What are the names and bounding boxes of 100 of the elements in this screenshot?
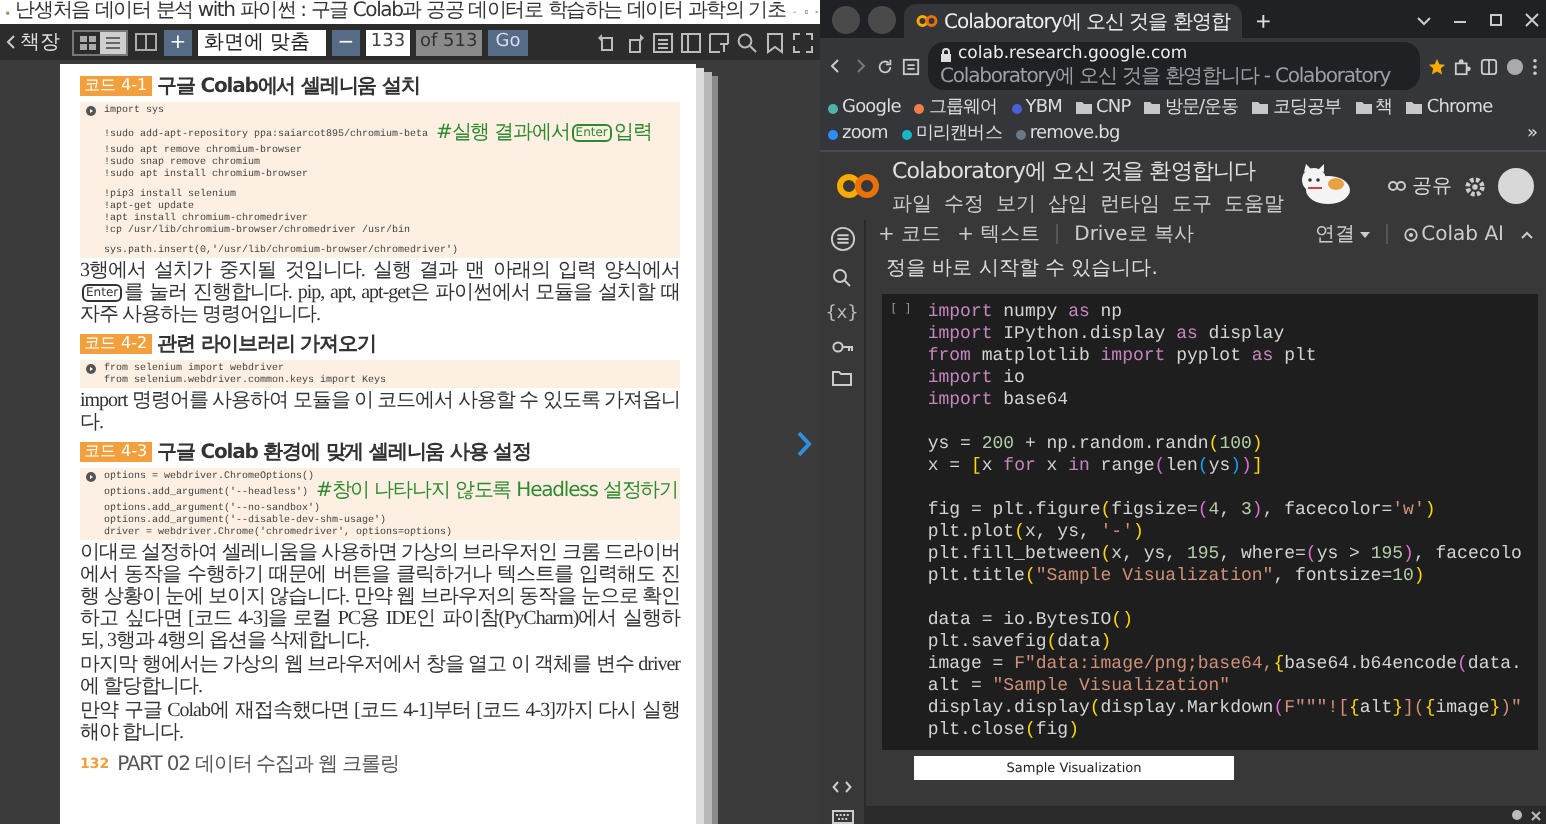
code-line: from matplotlib import pyplot as plt xyxy=(927,346,1319,368)
bookmark-item[interactable]: Google xyxy=(828,96,901,120)
code-line: plt.close(fig) xyxy=(927,720,1081,742)
code-line: plt.title("Sample Visualization", fontsize=10) xyxy=(927,566,1427,588)
folder-icon xyxy=(1144,102,1161,114)
menu-item[interactable]: 삽입 xyxy=(1048,189,1088,217)
code-comment: #창이 나타나지 않도록 Headless 설정하기 xyxy=(316,482,679,503)
code-title: 구글 Colab에서 셀레니움 설치 xyxy=(157,74,420,100)
paragraph: 이대로 설정하여 셀레니움을 사용하면 가상의 브라우저인 크롬 드라이버에서 동작을 수행하기 때문에 버튼을 클릭하거나 텍스트를 입력해도 진행 상황이 눈에 보이지 않습니다. 만약 웹 브라우저의 동작을 눈으로 확인하고 싶다면 [코드 4-3]을 로컬 PC용 IDE인 파이참(PyCharm)에서 실행하되, 3행과 4행의 옵션을 삭제합니다. xyxy=(80,542,680,653)
profile-icon[interactable] xyxy=(1506,57,1524,75)
code-label: 코드 4-2 xyxy=(80,334,152,355)
paragraph: 마지막 행에서는 가상의 웹 브라우저에서 창을 열고 이 객체를 변수 driver에 할당합니다. xyxy=(80,654,680,699)
more-bookmarks-button[interactable]: » xyxy=(1526,124,1538,144)
browser-tab[interactable]: Colaboratory에 오신 것을 환영합 xyxy=(904,4,1242,38)
code-line: display.display(display.Markdown(F"""![{alt}]({image})" xyxy=(927,698,1522,720)
more-menu-icon[interactable] xyxy=(1532,57,1538,75)
keyboard-icon[interactable] xyxy=(831,810,853,824)
bookmark-item[interactable]: 미리캔버스 xyxy=(901,122,1002,146)
code-line: image = F"data:image/png;base64,{base64.b64encode(data. xyxy=(927,654,1522,676)
caret-icon xyxy=(1359,231,1370,237)
bookmark-item[interactable]: 그룹웨어 xyxy=(914,96,998,120)
forward-icon[interactable] xyxy=(852,58,868,74)
page-info-icon[interactable] xyxy=(902,57,920,75)
view-mode-tab[interactable] xyxy=(100,31,126,53)
view-mode-tab[interactable] xyxy=(74,31,100,53)
menu-item[interactable]: 보기 xyxy=(996,189,1036,217)
fullscreen-icon[interactable] xyxy=(792,31,814,53)
text-cell-text: 정을 바로 시작할 수 있습니다. xyxy=(884,256,1160,284)
copy-to-drive-button[interactable]: Drive로 복사 xyxy=(1074,220,1194,248)
menu-item[interactable]: 도구 xyxy=(1172,189,1212,217)
bookmark-item[interactable]: Chrome xyxy=(1406,96,1493,120)
settings-icon[interactable] xyxy=(1464,175,1486,197)
side-panel-icon[interactable] xyxy=(1480,57,1498,75)
add-code-button[interactable]: + 코드 xyxy=(878,220,942,248)
code-icon[interactable] xyxy=(832,780,852,794)
bookmark-icon[interactable] xyxy=(764,31,786,53)
chapter-footer: PART 02 데이터 수집과 웹 크롤링 xyxy=(117,750,399,779)
bookmark-item[interactable]: 책 xyxy=(1355,96,1393,120)
menu-item[interactable]: 파일 xyxy=(892,189,932,217)
zoom-in-button[interactable]: + xyxy=(164,29,192,55)
go-button[interactable]: Go xyxy=(487,29,529,55)
bookmark-item[interactable]: YBM xyxy=(1011,96,1062,120)
menu-item[interactable]: 도움말 xyxy=(1224,189,1284,217)
status-dot-icon xyxy=(1512,810,1522,820)
bookmark-item[interactable]: zoom xyxy=(828,122,888,146)
run-bullet-icon xyxy=(86,363,96,374)
lock-icon xyxy=(940,48,952,62)
next-page-icon[interactable] xyxy=(796,430,812,458)
table-of-contents-icon[interactable] xyxy=(829,226,855,252)
code-line: import numpy as np xyxy=(927,302,1125,324)
folder-icon[interactable] xyxy=(832,370,852,386)
paragraph: 만약 구글 Colab에 재접속했다면 [코드 4-1]부터 [코드 4-3]까지 다시 실행해야 합니다. xyxy=(80,700,680,745)
colab-logo-icon xyxy=(916,14,938,28)
folder-icon xyxy=(1406,102,1423,114)
paragraph: import 명령어를 사용하여 모듈을 이 코드에서 사용할 수 있도록 가져옵니다. xyxy=(80,390,680,435)
connect-button[interactable]: 연결 xyxy=(1315,220,1370,248)
bookmark-item[interactable]: CNP xyxy=(1076,96,1131,120)
code-title: 관련 라이브러리 가져오기 xyxy=(157,332,376,359)
link-icon xyxy=(1388,180,1406,192)
rotate-right-icon[interactable] xyxy=(624,31,646,53)
bookmark-item[interactable]: 방문/운동 xyxy=(1144,96,1239,120)
zoom-out-button[interactable]: − xyxy=(332,29,360,55)
reload-icon[interactable] xyxy=(876,57,894,75)
share-button[interactable]: 공유 xyxy=(1388,172,1452,200)
bookmark-item[interactable]: remove.bg xyxy=(1015,122,1120,146)
variables-button[interactable]: {x} xyxy=(825,304,859,324)
bookmark-item[interactable]: 코딩공부 xyxy=(1252,96,1342,120)
bookshelf-button[interactable]: 책장 xyxy=(6,28,66,56)
notebook-title[interactable]: Colaboratory에 오신 것을 환영합니다 xyxy=(892,155,1284,185)
search-icon[interactable] xyxy=(832,268,852,288)
new-tab-button[interactable]: + xyxy=(1249,4,1277,38)
list-icon xyxy=(106,35,120,49)
add-text-button[interactable]: + 텍스트 xyxy=(957,220,1041,248)
close-icon[interactable] xyxy=(1530,809,1542,821)
menu-item[interactable]: 수정 xyxy=(944,189,984,217)
code-line: import IPython.display as display xyxy=(927,324,1287,346)
rotate-left-icon[interactable] xyxy=(596,31,618,53)
page-input[interactable]: 133 xyxy=(366,29,410,55)
avatar[interactable] xyxy=(1498,168,1534,204)
back-icon[interactable] xyxy=(828,58,844,74)
key-icon[interactable] xyxy=(831,340,853,354)
table-of-contents-icon[interactable] xyxy=(652,31,674,53)
menu-item[interactable]: 런타임 xyxy=(1100,189,1160,217)
colab-logo-icon[interactable] xyxy=(836,172,880,200)
colab-ai-button[interactable]: Colab AI xyxy=(1403,223,1504,245)
code-line: alt = "Sample Visualization" xyxy=(927,676,1233,698)
note-icon[interactable] xyxy=(708,31,730,53)
zoom-dropdown[interactable]: 화면에 맞춤 xyxy=(198,29,326,55)
extension-icon[interactable] xyxy=(1454,57,1472,75)
folder-icon xyxy=(1252,102,1269,114)
code-line: plt.plot(x, ys, '-') xyxy=(927,522,1146,544)
side-panel-icon[interactable] xyxy=(680,31,702,53)
folder-icon xyxy=(1076,102,1092,114)
two-page-icon[interactable] xyxy=(134,32,158,52)
code-line: fig = plt.figure(figsize=(4, 3), facecolor='w') xyxy=(927,500,1438,522)
search-icon[interactable] xyxy=(736,31,758,53)
address-bar[interactable]: colab.research.google.com Colaboratory에 오신 것을 환영합니다 - Colaboratory xyxy=(928,42,1420,90)
bookmark-star-icon[interactable] xyxy=(1428,57,1446,75)
code-line: plt.fill_between(x, ys, 195, where=(ys > 195), facecolo xyxy=(927,544,1522,566)
collapse-icon[interactable] xyxy=(1520,229,1534,239)
